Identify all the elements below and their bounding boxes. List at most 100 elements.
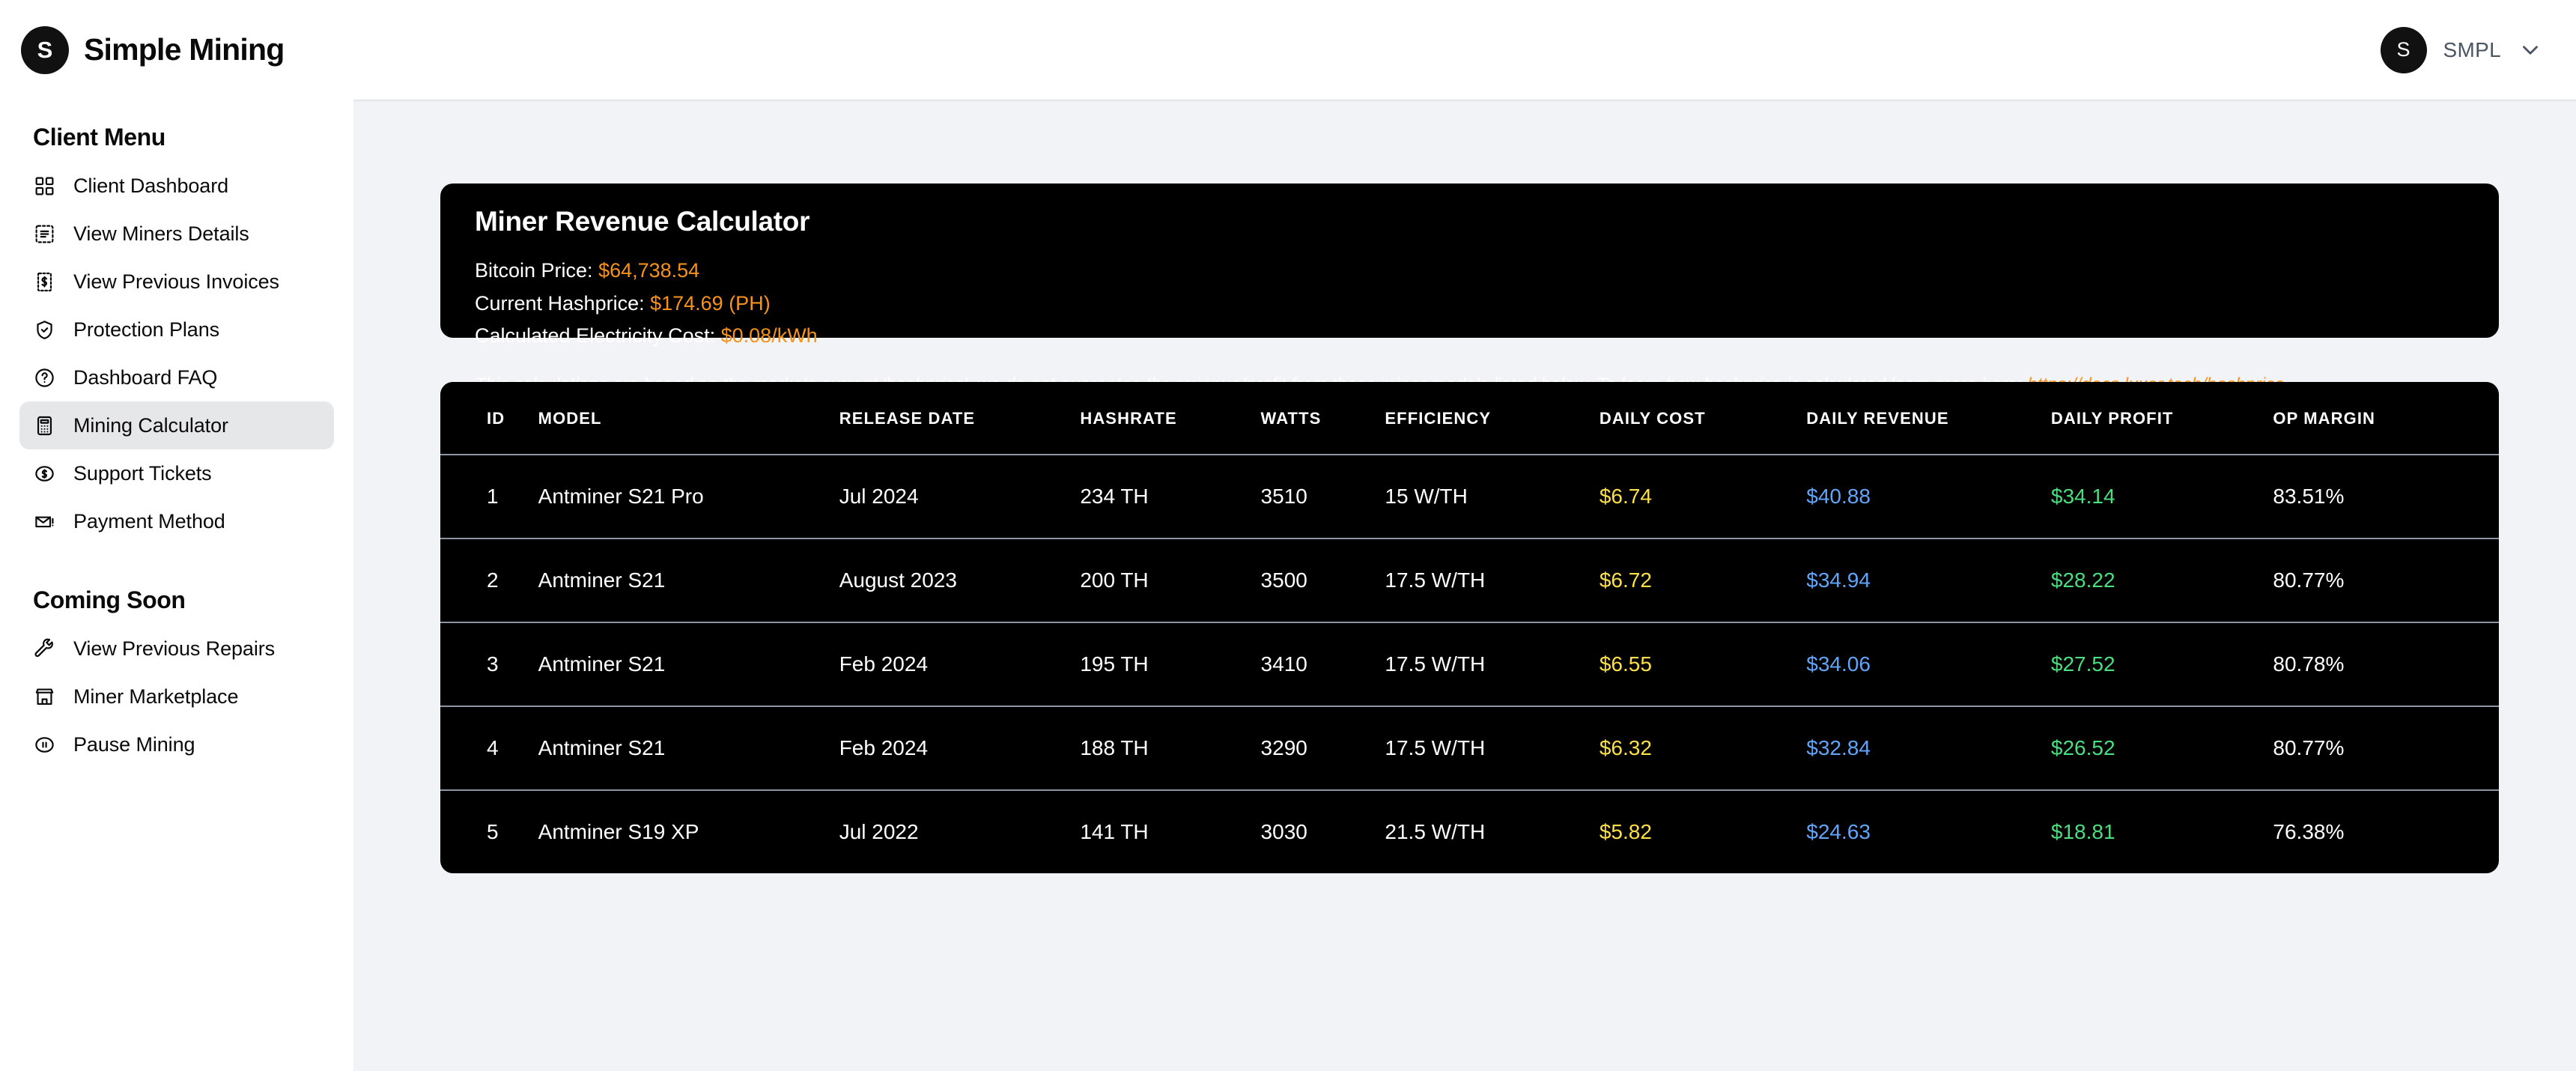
sidebar-item-label: View Previous Repairs	[73, 637, 276, 660]
cell-efficiency: 17.5 W/TH	[1385, 622, 1600, 706]
cell-efficiency: 17.5 W/TH	[1385, 538, 1600, 622]
user-menu[interactable]: S SMPL	[2380, 26, 2543, 73]
electricity-cost-value: $0.08/kWh	[720, 324, 818, 348]
cell-efficiency: 17.5 W/TH	[1385, 706, 1600, 790]
wrench-icon	[33, 637, 56, 661]
column-header-daily-cost[interactable]: DAILY COST	[1599, 382, 1807, 455]
sidebar: Client Menu Client Dashboard View Miners…	[0, 100, 353, 1071]
table-row[interactable]: 2 Antminer S21 August 2023 200 TH 3500 1…	[440, 538, 2499, 622]
sidebar-item-label: Mining Calculator	[73, 413, 228, 437]
chevron-down-icon[interactable]	[2518, 37, 2543, 63]
sidebar-item-view-miners-details[interactable]: View Miners Details	[19, 210, 334, 258]
hashprice-value: $174.69 (PH)	[650, 291, 771, 315]
question-circle-icon	[33, 366, 56, 389]
user-name-label: SMPL	[2443, 37, 2501, 61]
cell-release-date: Feb 2024	[839, 622, 1081, 706]
cell-hashrate: 195 TH	[1080, 622, 1261, 706]
cell-watts: 3290	[1260, 706, 1385, 790]
bitcoin-price-value: $64,738.54	[598, 259, 700, 282]
column-header-watts[interactable]: WATTS	[1260, 382, 1385, 455]
sidebar-item-label: Miner Marketplace	[73, 685, 239, 708]
table-body: 1 Antminer S21 Pro Jul 2024 234 TH 3510 …	[440, 454, 2499, 873]
store-icon	[33, 685, 56, 709]
column-header-model[interactable]: MODEL	[538, 382, 839, 455]
sidebar-item-view-previous-repairs[interactable]: View Previous Repairs	[19, 625, 334, 673]
calculator-stats: Bitcoin Price: $64,738.54 Current Hashpr…	[475, 255, 2464, 353]
table-row[interactable]: 3 Antminer S21 Feb 2024 195 TH 3410 17.5…	[440, 622, 2499, 706]
cell-watts: 3500	[1260, 538, 1385, 622]
table-row[interactable]: 4 Antminer S21 Feb 2024 188 TH 3290 17.5…	[440, 706, 2499, 790]
sidebar-item-label: Payment Method	[73, 509, 225, 533]
cell-efficiency: 21.5 W/TH	[1385, 789, 1600, 873]
dollar-circle-icon	[33, 462, 56, 485]
cell-op-margin: 76.38%	[2273, 789, 2499, 873]
sidebar-item-payment-method[interactable]: Payment Method	[19, 497, 334, 545]
cell-watts: 3030	[1260, 789, 1385, 873]
cell-daily-revenue: $34.06	[1806, 622, 2051, 706]
sidebar-item-label: Support Tickets	[73, 461, 212, 485]
cell-release-date: Feb 2024	[839, 706, 1081, 790]
cell-model: Antminer S21	[538, 538, 839, 622]
brand-title: Simple Mining	[84, 32, 285, 67]
cell-op-margin: 80.77%	[2273, 538, 2499, 622]
cell-model: Antminer S19 XP	[538, 789, 839, 873]
receipt-icon	[33, 270, 56, 294]
column-header-hashrate[interactable]: HASHRATE	[1080, 382, 1261, 455]
column-header-daily-profit[interactable]: DAILY PROFIT	[2050, 382, 2273, 455]
cell-daily-profit: $34.14	[2050, 454, 2273, 538]
app-header: S Simple Mining S SMPL	[0, 0, 2576, 100]
sidebar-item-client-dashboard[interactable]: Client Dashboard	[19, 162, 334, 210]
table-row[interactable]: 1 Antminer S21 Pro Jul 2024 234 TH 3510 …	[440, 454, 2499, 538]
brand-logo-icon: S	[21, 25, 69, 74]
sidebar-item-pause-mining[interactable]: Pause Mining	[19, 720, 334, 768]
cell-id: 1	[440, 454, 538, 538]
column-header-efficiency[interactable]: EFFICIENCY	[1385, 382, 1600, 455]
cell-op-margin: 80.78%	[2273, 622, 2499, 706]
list-dashed-icon	[33, 222, 56, 246]
cell-daily-profit: $27.52	[2050, 622, 2273, 706]
cell-hashrate: 234 TH	[1080, 454, 1261, 538]
cell-daily-cost: $6.55	[1599, 622, 1807, 706]
cell-daily-profit: $18.81	[2050, 789, 2273, 873]
hashprice-label: Current Hashprice:	[475, 291, 651, 315]
cell-model: Antminer S21 Pro	[538, 454, 839, 538]
cell-id: 4	[440, 706, 538, 790]
cell-daily-profit: $28.22	[2050, 538, 2273, 622]
electricity-cost-row: Calculated Electricity Cost: $0.08/kWh	[475, 320, 2464, 353]
cell-daily-revenue: $32.84	[1806, 706, 2051, 790]
cell-daily-revenue: $40.88	[1806, 454, 2051, 538]
sidebar-item-mining-calculator[interactable]: Mining Calculator	[19, 401, 334, 449]
cell-id: 5	[440, 789, 538, 873]
cell-hashrate: 141 TH	[1080, 789, 1261, 873]
cell-daily-cost: $6.32	[1599, 706, 1807, 790]
bitcoin-price-label: Bitcoin Price:	[475, 259, 599, 282]
sidebar-item-label: View Previous Invoices	[73, 270, 279, 293]
sidebar-item-view-previous-invoices[interactable]: View Previous Invoices	[19, 258, 334, 306]
cell-daily-cost: $5.82	[1599, 789, 1807, 873]
miner-table-card: ID MODEL RELEASE DATE HASHRATE WATTS EFF…	[440, 382, 2499, 873]
grid-icon	[33, 175, 56, 198]
column-header-release-date[interactable]: RELEASE DATE	[839, 382, 1081, 455]
column-header-daily-revenue[interactable]: DAILY REVENUE	[1806, 382, 2051, 455]
bitcoin-price-row: Bitcoin Price: $64,738.54	[475, 255, 2464, 288]
shield-check-icon	[33, 318, 56, 342]
cell-op-margin: 80.77%	[2273, 706, 2499, 790]
brand[interactable]: S Simple Mining	[21, 25, 285, 74]
sidebar-item-dashboard-faq[interactable]: Dashboard FAQ	[19, 354, 334, 401]
sidebar-item-protection-plans[interactable]: Protection Plans	[19, 306, 334, 354]
column-header-id[interactable]: ID	[440, 382, 538, 455]
column-header-op-margin[interactable]: OP MARGIN	[2273, 382, 2499, 455]
sidebar-item-miner-marketplace[interactable]: Miner Marketplace	[19, 673, 334, 720]
page-title: Miner Revenue Calculator	[475, 206, 810, 237]
table-header-row: ID MODEL RELEASE DATE HASHRATE WATTS EFF…	[440, 382, 2499, 455]
cell-efficiency: 15 W/TH	[1385, 454, 1600, 538]
cell-daily-profit: $26.52	[2050, 706, 2273, 790]
table-header: ID MODEL RELEASE DATE HASHRATE WATTS EFF…	[440, 382, 2499, 455]
cell-op-margin: 83.51%	[2273, 454, 2499, 538]
miner-revenue-table: ID MODEL RELEASE DATE HASHRATE WATTS EFF…	[440, 382, 2499, 873]
cell-release-date: August 2023	[839, 538, 1081, 622]
sidebar-item-support-tickets[interactable]: Support Tickets	[19, 449, 334, 497]
table-row[interactable]: 5 Antminer S19 XP Jul 2022 141 TH 3030 2…	[440, 789, 2499, 873]
envelope-icon	[33, 510, 56, 533]
sidebar-section-title-coming-soon: Coming Soon	[33, 586, 186, 613]
